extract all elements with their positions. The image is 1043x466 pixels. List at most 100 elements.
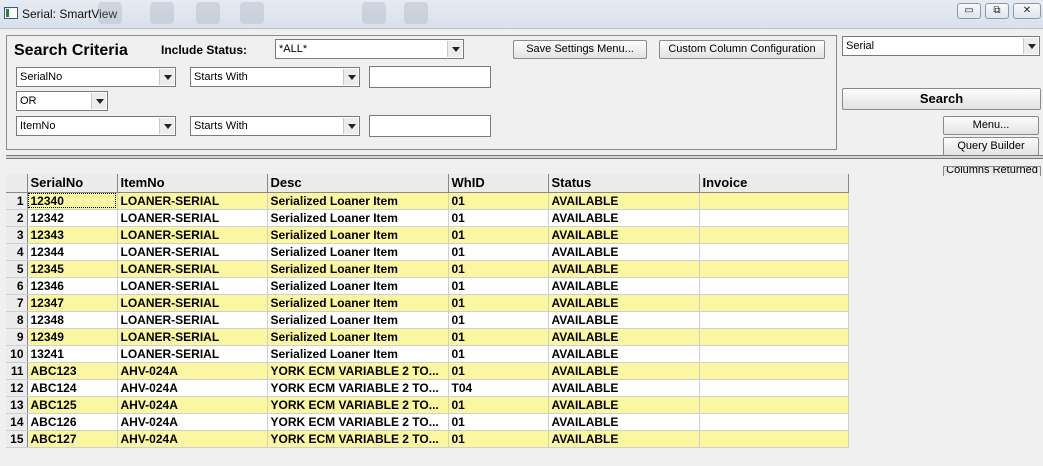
- cell-desc[interactable]: YORK ECM VARIABLE 2 TO...: [267, 413, 449, 431]
- row-number[interactable]: 13: [6, 396, 28, 414]
- cell-status[interactable]: AVAILABLE: [548, 192, 700, 210]
- save-settings-menu-button[interactable]: Save Settings Menu...: [513, 40, 647, 59]
- cell-invoice[interactable]: [699, 345, 849, 363]
- cell-itemno[interactable]: LOANER-SERIAL: [117, 294, 268, 312]
- row-number[interactable]: 4: [6, 243, 28, 261]
- cell-serialno[interactable]: ABC127: [27, 430, 118, 448]
- cell-itemno[interactable]: LOANER-SERIAL: [117, 345, 268, 363]
- chevron-down-icon[interactable]: [91, 93, 106, 109]
- chevron-down-icon[interactable]: [159, 118, 174, 134]
- row-number[interactable]: 7: [6, 294, 28, 312]
- query-builder-button[interactable]: Query Builder: [943, 137, 1039, 156]
- cell-invoice[interactable]: [699, 243, 849, 261]
- table-row[interactable]: 7 12347 LOANER-SERIAL Serialized Loaner Ite…: [6, 294, 849, 312]
- cell-invoice[interactable]: [699, 328, 849, 346]
- cell-invoice[interactable]: [699, 413, 849, 431]
- cell-desc[interactable]: Serialized Loaner Item: [267, 328, 449, 346]
- table-row[interactable]: 1 12340 LOANER-SERIAL Serialized Loaner Ite…: [6, 192, 849, 210]
- cell-serialno[interactable]: 12344: [27, 243, 118, 261]
- column-header-itemno[interactable]: ItemNo: [117, 174, 268, 193]
- chevron-down-icon[interactable]: [159, 69, 174, 85]
- cell-serialno[interactable]: 12343: [27, 226, 118, 244]
- cell-desc[interactable]: YORK ECM VARIABLE 2 TO...: [267, 396, 449, 414]
- chevron-down-icon[interactable]: [1023, 38, 1038, 54]
- restore-button[interactable]: ⧉: [985, 3, 1009, 19]
- cell-desc[interactable]: Serialized Loaner Item: [267, 311, 449, 329]
- cell-serialno[interactable]: 12340: [27, 192, 118, 210]
- cell-desc[interactable]: Serialized Loaner Item: [267, 192, 449, 210]
- column-header-status[interactable]: Status: [548, 174, 700, 193]
- cell-desc[interactable]: Serialized Loaner Item: [267, 260, 449, 278]
- cell-invoice[interactable]: [699, 396, 849, 414]
- cell-itemno[interactable]: AHV-024A: [117, 362, 268, 380]
- table-row[interactable]: 10 13241 LOANER-SERIAL Serialized Loaner It…: [6, 345, 849, 363]
- cell-whid[interactable]: 01: [448, 430, 549, 448]
- cell-whid[interactable]: 01: [448, 311, 549, 329]
- cell-desc[interactable]: Serialized Loaner Item: [267, 209, 449, 227]
- menu-button[interactable]: Menu...: [943, 116, 1039, 135]
- cell-serialno[interactable]: 13241: [27, 345, 118, 363]
- cell-status[interactable]: AVAILABLE: [548, 379, 700, 397]
- cell-serialno[interactable]: 12349: [27, 328, 118, 346]
- cell-serialno[interactable]: ABC126: [27, 413, 118, 431]
- cell-whid[interactable]: T04: [448, 379, 549, 397]
- view-select[interactable]: Serial: [842, 36, 1040, 56]
- grid-corner-cell[interactable]: [6, 174, 28, 193]
- cell-status[interactable]: AVAILABLE: [548, 396, 700, 414]
- cell-whid[interactable]: 01: [448, 243, 549, 261]
- cell-invoice[interactable]: [699, 430, 849, 448]
- close-button[interactable]: ✕: [1013, 3, 1041, 19]
- include-status-select[interactable]: *ALL*: [275, 39, 464, 59]
- table-row[interactable]: 11 ABC123 AHV-024A YORK ECM VARIABLE 2 TO..…: [6, 362, 849, 380]
- cell-serialno[interactable]: 12346: [27, 277, 118, 295]
- table-row[interactable]: 8 12348 LOANER-SERIAL Serialized Loaner Ite…: [6, 311, 849, 329]
- cell-whid[interactable]: 01: [448, 226, 549, 244]
- cell-status[interactable]: AVAILABLE: [548, 345, 700, 363]
- cell-status[interactable]: AVAILABLE: [548, 209, 700, 227]
- cell-itemno[interactable]: LOANER-SERIAL: [117, 311, 268, 329]
- cell-desc[interactable]: Serialized Loaner Item: [267, 345, 449, 363]
- cell-itemno[interactable]: LOANER-SERIAL: [117, 260, 268, 278]
- cell-serialno[interactable]: 12347: [27, 294, 118, 312]
- cell-serialno[interactable]: ABC123: [27, 362, 118, 380]
- table-row[interactable]: 3 12343 LOANER-SERIAL Serialized Loaner Ite…: [6, 226, 849, 244]
- cell-whid[interactable]: 01: [448, 396, 549, 414]
- column-header-whid[interactable]: WhID: [448, 174, 549, 193]
- cell-whid[interactable]: 01: [448, 260, 549, 278]
- table-row[interactable]: 13 ABC125 AHV-024A YORK ECM VARIABLE 2 TO..…: [6, 396, 849, 414]
- table-row[interactable]: 5 12345 LOANER-SERIAL Serialized Loaner Ite…: [6, 260, 849, 278]
- cell-status[interactable]: AVAILABLE: [548, 260, 700, 278]
- cell-serialno[interactable]: ABC124: [27, 379, 118, 397]
- cell-whid[interactable]: 01: [448, 192, 549, 210]
- cell-status[interactable]: AVAILABLE: [548, 226, 700, 244]
- criteria-operator-select-2[interactable]: Starts With: [190, 116, 360, 136]
- cell-serialno[interactable]: ABC125: [27, 396, 118, 414]
- cell-serialno[interactable]: 12345: [27, 260, 118, 278]
- table-row[interactable]: 2 12342 LOANER-SERIAL Serialized Loaner Ite…: [6, 209, 849, 227]
- cell-desc[interactable]: Serialized Loaner Item: [267, 243, 449, 261]
- cell-invoice[interactable]: [699, 362, 849, 380]
- splitter-bar[interactable]: [6, 155, 1043, 159]
- table-row[interactable]: 12 ABC124 AHV-024A YORK ECM VARIABLE 2 TO..…: [6, 379, 849, 397]
- cell-invoice[interactable]: [699, 260, 849, 278]
- row-number[interactable]: 8: [6, 311, 28, 329]
- cell-invoice[interactable]: [699, 311, 849, 329]
- row-number[interactable]: 15: [6, 430, 28, 448]
- cell-desc[interactable]: Serialized Loaner Item: [267, 226, 449, 244]
- cell-whid[interactable]: 01: [448, 277, 549, 295]
- cell-itemno[interactable]: LOANER-SERIAL: [117, 192, 268, 210]
- cell-status[interactable]: AVAILABLE: [548, 311, 700, 329]
- cell-desc[interactable]: Serialized Loaner Item: [267, 277, 449, 295]
- cell-itemno[interactable]: AHV-024A: [117, 379, 268, 397]
- cell-whid[interactable]: 01: [448, 294, 549, 312]
- column-header-serialno[interactable]: SerialNo: [27, 174, 118, 193]
- cell-serialno[interactable]: 12342: [27, 209, 118, 227]
- cell-invoice[interactable]: [699, 226, 849, 244]
- cell-status[interactable]: AVAILABLE: [548, 277, 700, 295]
- columns-returned-tab[interactable]: Columns Returned: [943, 166, 1041, 176]
- cell-whid[interactable]: 01: [448, 413, 549, 431]
- criteria-field-select-2[interactable]: ItemNo: [16, 116, 176, 136]
- chevron-down-icon[interactable]: [447, 41, 462, 57]
- row-number[interactable]: 14: [6, 413, 28, 431]
- cell-whid[interactable]: 01: [448, 362, 549, 380]
